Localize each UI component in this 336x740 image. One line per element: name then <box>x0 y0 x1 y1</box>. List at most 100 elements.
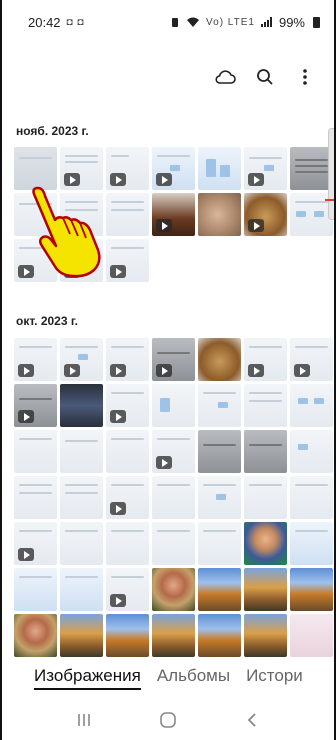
video-thumbnail[interactable] <box>106 568 149 611</box>
status-time: 20:42 <box>28 14 61 30</box>
back-icon[interactable] <box>234 706 270 734</box>
thumbnail[interactable] <box>106 430 149 473</box>
play-icon <box>110 364 126 377</box>
thumbnail[interactable] <box>152 522 195 565</box>
video-thumbnail[interactable] <box>152 147 195 190</box>
thumbnail[interactable] <box>152 568 195 611</box>
thumbnail[interactable] <box>198 568 241 611</box>
fast-scroll-handle[interactable] <box>328 128 334 220</box>
play-icon <box>248 219 264 232</box>
video-thumbnail[interactable] <box>106 384 149 427</box>
video-thumbnail[interactable] <box>14 338 57 381</box>
video-thumbnail[interactable] <box>290 338 333 381</box>
thumbnail[interactable] <box>198 338 241 381</box>
signal-icon <box>260 17 272 27</box>
search-icon[interactable] <box>254 66 276 88</box>
play-icon <box>110 265 126 278</box>
play-icon <box>248 173 264 186</box>
thumbnail[interactable] <box>60 614 103 657</box>
play-icon <box>110 173 126 186</box>
pointing-hand-icon <box>32 186 101 278</box>
play-icon <box>110 502 126 515</box>
tab-images[interactable]: Изображения <box>34 666 141 690</box>
tab-albums[interactable]: Альбомы <box>157 666 230 690</box>
cloud-icon[interactable] <box>214 66 236 88</box>
thumbnail[interactable] <box>244 568 287 611</box>
play-icon <box>18 410 34 423</box>
thumbnail[interactable] <box>244 614 287 657</box>
home-icon[interactable] <box>150 706 186 734</box>
video-thumbnail[interactable] <box>244 193 287 236</box>
thumbnail[interactable] <box>152 476 195 519</box>
battery-icon <box>313 16 320 28</box>
alarm-icon <box>172 18 179 27</box>
fast-scroll-marker <box>325 199 334 201</box>
play-icon <box>110 594 126 607</box>
play-icon <box>64 173 80 186</box>
thumbnail[interactable] <box>60 384 103 427</box>
thumbnail[interactable] <box>290 384 333 427</box>
thumbnail[interactable] <box>14 568 57 611</box>
thumbnail[interactable] <box>244 430 287 473</box>
section-title-october: окт. 2023 г. <box>16 314 78 328</box>
thumbnail[interactable] <box>290 476 333 519</box>
more-vert-icon[interactable] <box>294 66 316 88</box>
video-thumbnail[interactable] <box>106 147 149 190</box>
section-title-november: нояб. 2023 г. <box>16 124 89 138</box>
thumbnail[interactable] <box>106 614 149 657</box>
thumbnail[interactable] <box>198 384 241 427</box>
video-thumbnail[interactable] <box>244 338 287 381</box>
thumbnail[interactable] <box>106 193 149 236</box>
video-thumbnail[interactable] <box>14 522 57 565</box>
play-icon <box>156 173 172 186</box>
play-icon <box>18 548 34 561</box>
play-icon <box>156 219 172 232</box>
thumbnail[interactable] <box>14 476 57 519</box>
thumbnail[interactable] <box>244 522 287 565</box>
play-icon <box>248 364 264 377</box>
video-thumbnail[interactable] <box>14 384 57 427</box>
thumbnail[interactable] <box>244 384 287 427</box>
thumbnail[interactable] <box>290 147 333 190</box>
thumbnail[interactable] <box>14 147 57 190</box>
play-icon <box>156 456 172 469</box>
thumbnail[interactable] <box>290 614 333 657</box>
thumbnail[interactable] <box>198 430 241 473</box>
video-thumbnail[interactable] <box>106 476 149 519</box>
video-thumbnail[interactable] <box>152 430 195 473</box>
thumbnail[interactable] <box>198 614 241 657</box>
thumbnail[interactable] <box>198 147 241 190</box>
status-left: 20:42 ◘ ◘ <box>28 15 84 30</box>
system-navigation-bar <box>2 700 334 740</box>
thumbnail[interactable] <box>60 430 103 473</box>
status-bar: 20:42 ◘ ◘ Vo) LTE1 99% <box>2 0 334 44</box>
video-thumbnail[interactable] <box>152 338 195 381</box>
thumbnail[interactable] <box>14 430 57 473</box>
video-thumbnail[interactable] <box>106 338 149 381</box>
thumbnail[interactable] <box>290 430 333 473</box>
video-thumbnail[interactable] <box>106 239 149 282</box>
thumbnail[interactable] <box>60 476 103 519</box>
thumbnail[interactable] <box>198 193 241 236</box>
thumbnail[interactable] <box>198 522 241 565</box>
thumbnail[interactable] <box>198 476 241 519</box>
thumbnail[interactable] <box>152 614 195 657</box>
video-thumbnail[interactable] <box>152 193 195 236</box>
play-icon <box>64 364 80 377</box>
thumbnail[interactable] <box>60 522 103 565</box>
thumbnail[interactable] <box>152 384 195 427</box>
play-icon <box>156 364 172 377</box>
network-label: Vo) LTE1 <box>206 16 255 28</box>
thumbnail[interactable] <box>244 476 287 519</box>
video-thumbnail[interactable] <box>244 147 287 190</box>
video-thumbnail[interactable] <box>60 338 103 381</box>
tab-stories[interactable]: Истори <box>246 666 303 690</box>
thumbnail[interactable] <box>60 568 103 611</box>
thumbnail[interactable] <box>290 522 333 565</box>
thumbnail[interactable] <box>290 568 333 611</box>
video-thumbnail[interactable] <box>60 147 103 190</box>
thumbnail[interactable] <box>14 614 57 657</box>
recents-icon[interactable] <box>66 706 102 734</box>
thumbnail[interactable] <box>106 522 149 565</box>
battery-percent: 99% <box>278 14 305 30</box>
